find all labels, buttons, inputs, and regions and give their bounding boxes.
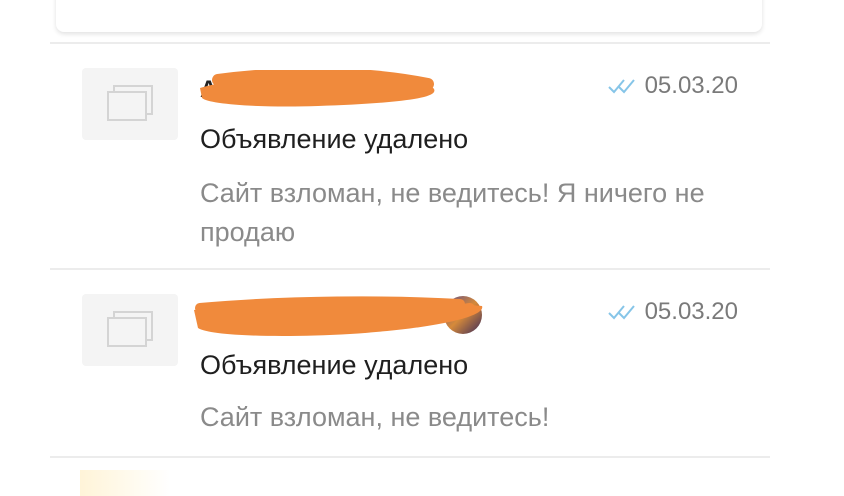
divider — [50, 456, 770, 458]
redaction-mark — [194, 296, 483, 336]
sender-name — [194, 296, 498, 342]
message-status: 05.03.20 — [607, 72, 738, 100]
message-preview: Сайт взломан, не ведитесь! Я ничего не п… — [200, 178, 705, 247]
image-placeholder-icon — [107, 311, 153, 347]
message-status: 05.03.20 — [607, 298, 738, 326]
sender-name: А — [198, 70, 448, 116]
message-preview: Сайт взломан, не ведитесь! — [200, 402, 550, 432]
conversation-item[interactable]: 05.03.20 Объявление удалено Сайт взломан… — [50, 270, 770, 456]
conversation-item[interactable]: А 05.03.20 Объявление удалено Сайт взлом… — [50, 44, 770, 268]
listing-thumbnail — [82, 294, 178, 366]
double-check-icon — [607, 79, 635, 94]
double-check-icon — [607, 305, 635, 320]
redaction-mark — [200, 70, 435, 107]
previous-card — [56, 0, 762, 32]
conversation-list: А 05.03.20 Объявление удалено Сайт взлом… — [50, 42, 770, 458]
image-placeholder-icon — [107, 85, 153, 121]
next-item-peek — [80, 470, 170, 496]
message-date: 05.03.20 — [644, 298, 738, 325]
listing-status-title: Объявление удалено — [200, 124, 469, 154]
listing-status-title: Объявление удалено — [200, 350, 469, 380]
listing-thumbnail — [82, 68, 178, 140]
message-date: 05.03.20 — [644, 72, 738, 99]
